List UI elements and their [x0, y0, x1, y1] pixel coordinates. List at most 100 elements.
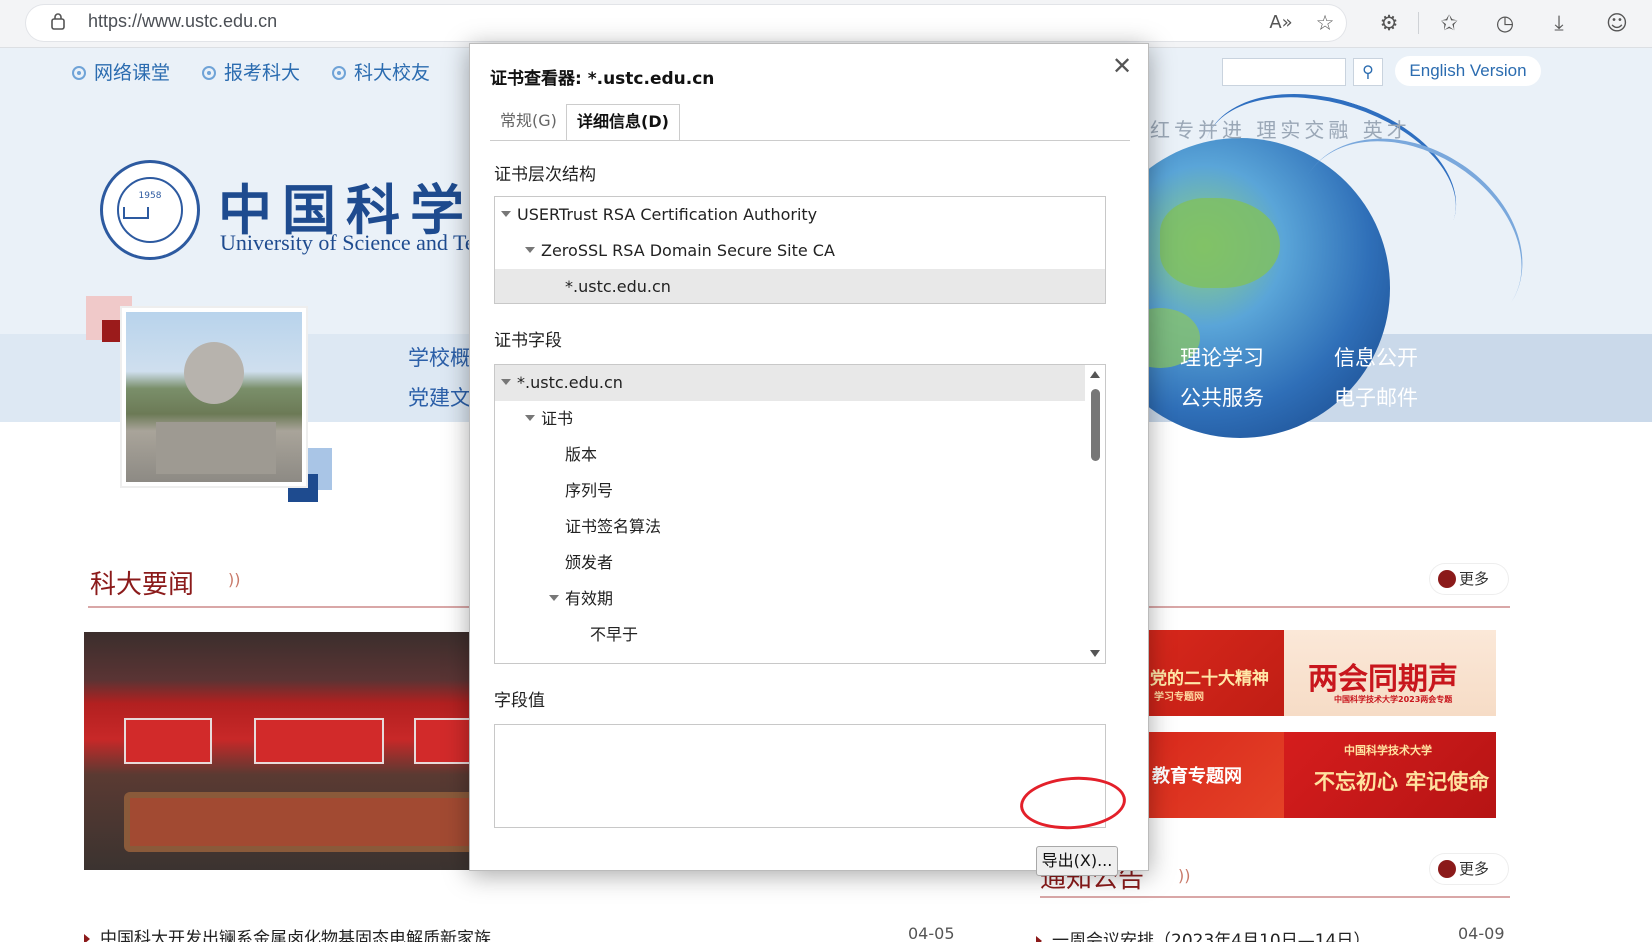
tree-node-label: USERTrust RSA Certification Authority [517, 205, 818, 224]
bullet-icon [1036, 936, 1042, 942]
field-node[interactable]: 版本 [495, 437, 1105, 473]
news-section-title[interactable]: 科大要闻 [90, 564, 194, 601]
nav-info-public[interactable]: 信息公开 [1334, 342, 1418, 372]
field-label: 版本 [565, 445, 598, 464]
top-link-admission[interactable]: 报考科大 [202, 58, 300, 85]
banner-text: 不忘初心 牢记使命 [1314, 770, 1490, 794]
site-search-input[interactable] [1222, 58, 1346, 86]
english-version-link[interactable]: English Version [1395, 56, 1541, 86]
banner-two-sessions[interactable]: 两会同期声 中国科学技术大学2023两会专题 [1284, 630, 1496, 716]
scroll-up-icon[interactable] [1090, 371, 1100, 378]
tree-node-intermediate-ca[interactable]: ZeroSSL RSA Domain Secure Site CA [495, 233, 1105, 269]
top-link-label: 报考科大 [224, 62, 301, 84]
meeting-table [124, 792, 504, 852]
campus-sculpture-photo[interactable] [126, 312, 302, 482]
motto-text: 红专并进 理实交融 英才 [1150, 118, 1411, 142]
section-divider [1040, 896, 1510, 898]
university-en-name: University of Science and Technology of … [220, 230, 470, 255]
field-node[interactable]: 不早于 [495, 617, 1105, 653]
top-link-online-class[interactable]: 网络课堂 [72, 58, 170, 85]
fields-tree[interactable]: *.ustc.edu.cn 证书 版本 序列号 证书签名算法 颁发者 有效期 不… [494, 364, 1106, 664]
expand-caret-icon[interactable] [501, 379, 511, 385]
news-list-item[interactable]: 中国科大开发出镧系金属卤化物基固态电解质新家族 [84, 924, 491, 942]
fields-scrollbar[interactable] [1085, 365, 1105, 663]
seal-year: 1958 [138, 191, 162, 201]
top-link-alumni[interactable]: 科大校友 [332, 58, 430, 85]
hierarchy-tree[interactable]: USERTrust RSA Certification Authority Ze… [494, 196, 1106, 304]
field-label: 有效期 [565, 589, 614, 608]
expand-caret-icon[interactable] [549, 595, 559, 601]
top-link-label: 科大校友 [354, 62, 431, 84]
tab-details[interactable]: 详细信息(D) [566, 104, 680, 141]
close-icon[interactable]: ✕ [1108, 52, 1136, 80]
news-item-date: 04-05 [908, 924, 955, 942]
sculpture-sphere [184, 342, 244, 404]
field-node[interactable]: 证书签名算法 [495, 509, 1105, 545]
seal-book-emblem [123, 207, 149, 219]
bullet-icon [332, 66, 346, 80]
nav-public-service[interactable]: 公共服务 [1180, 382, 1264, 412]
field-label: 颁发者 [565, 553, 614, 572]
section-divider [88, 606, 528, 608]
nav-theory-study[interactable]: 理论学习 [1180, 342, 1264, 372]
bullet-icon [72, 66, 86, 80]
address-url[interactable]: https://www.ustc.edu.cn [88, 11, 277, 32]
lock-icon[interactable] [50, 12, 66, 30]
banner-subtext: 中国科学技术大学 [1344, 744, 1432, 757]
field-node[interactable]: 颁发者 [495, 545, 1105, 581]
field-label: *.ustc.edu.cn [517, 373, 623, 392]
bullet-icon [84, 934, 90, 942]
nav-email[interactable]: 电子邮件 [1334, 382, 1418, 412]
sculpture-pedestal [156, 422, 276, 474]
extensions-icon[interactable]: ⚙ [1376, 10, 1402, 36]
search-icon[interactable]: ⚲ [1353, 58, 1383, 86]
export-button[interactable]: 导出(X)... [1036, 846, 1118, 876]
rss-icon[interactable]: )) [1178, 866, 1190, 885]
tab-general[interactable]: 常规(G) [490, 104, 567, 140]
certificate-viewer-dialog: 证书查看器: *.ustc.edu.cn ✕ 常规(G) 详细信息(D) 证书层… [469, 43, 1149, 876]
news-item-title: 中国科大开发出镧系金属卤化物基固态电解质新家族 [100, 929, 491, 942]
rss-icon[interactable]: )) [228, 570, 240, 589]
field-node[interactable]: 序列号 [495, 473, 1105, 509]
banner-text: 教育专题网 [1152, 766, 1242, 787]
field-value-label: 字段值 [494, 691, 545, 711]
more-icon [1438, 570, 1456, 588]
banner-text: 党的二十大精神 [1150, 669, 1269, 689]
more-label: 更多 [1459, 860, 1490, 878]
field-node[interactable]: *.ustc.edu.cn [495, 365, 1087, 401]
top-link-label: 网络课堂 [94, 62, 171, 84]
history-icon[interactable]: ◷ [1492, 10, 1518, 36]
banner-original-aspiration[interactable]: 中国科学技术大学 不忘初心 牢记使命 [1284, 732, 1496, 818]
expand-caret-icon[interactable] [525, 415, 535, 421]
read-aloud-icon[interactable]: A» [1268, 10, 1294, 36]
field-label: 证书签名算法 [565, 517, 662, 536]
downloads-icon[interactable]: ⤓ [1546, 10, 1572, 36]
expand-caret-icon[interactable] [501, 211, 511, 217]
bullet-icon [202, 66, 216, 80]
notice-more-button[interactable]: 更多 [1430, 854, 1508, 884]
field-value-box[interactable] [494, 724, 1106, 828]
field-node[interactable]: 证书 [495, 401, 1105, 437]
dialog-title: 证书查看器: *.ustc.edu.cn [490, 69, 715, 89]
scroll-thumb[interactable] [1091, 389, 1100, 461]
field-node[interactable]: 有效期 [495, 581, 1105, 617]
browser-toolbar: https://www.ustc.edu.cn A» ☆ ⚙ ✩ ◷ ⤓ ☺ [0, 0, 1652, 48]
field-label: 不早于 [590, 625, 639, 644]
favorite-add-icon[interactable]: ☆ [1312, 10, 1338, 36]
tree-node-root-ca[interactable]: USERTrust RSA Certification Authority [495, 197, 1105, 233]
university-seal-logo[interactable]: 1958 [100, 160, 200, 260]
field-label: 序列号 [565, 481, 614, 500]
news-photo-meeting[interactable] [84, 632, 522, 870]
profile-avatar-icon[interactable]: ☺ [1604, 10, 1630, 36]
tree-node-label: *.ustc.edu.cn [565, 277, 671, 296]
banner-text: 两会同期声 [1308, 662, 1458, 697]
fields-label: 证书字段 [494, 331, 562, 351]
expand-caret-icon[interactable] [525, 247, 535, 253]
news-more-button[interactable]: 更多 [1430, 564, 1508, 594]
scroll-down-icon[interactable] [1090, 650, 1100, 657]
notice-list-item[interactable]: 一周会议安排（2023年4月10日—14日） [1036, 926, 1370, 942]
tree-node-leaf-cert[interactable]: *.ustc.edu.cn [495, 269, 1105, 303]
toolbar-divider [1418, 12, 1419, 34]
favorites-icon[interactable]: ✩ [1436, 10, 1462, 36]
notice-item-title: 一周会议安排（2023年4月10日—14日） [1052, 931, 1371, 942]
